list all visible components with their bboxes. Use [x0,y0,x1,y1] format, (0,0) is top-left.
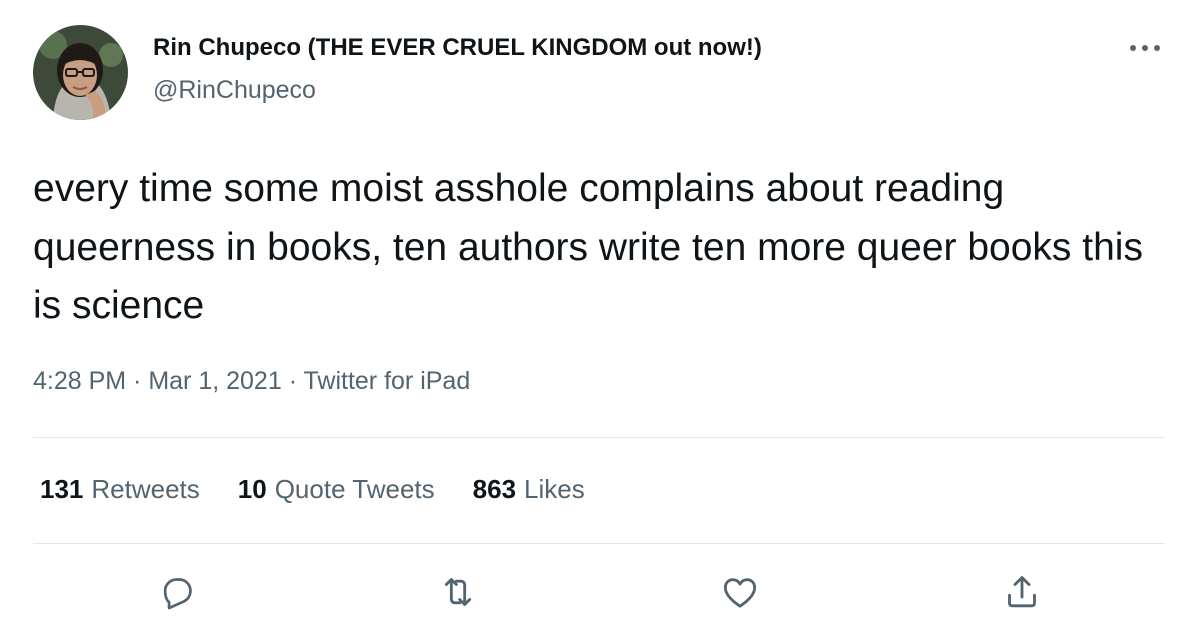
user-avatar-icon [33,25,128,120]
retweets-stat[interactable]: 131 Retweets [40,474,200,505]
divider [33,543,1165,544]
author-handle[interactable]: @RinChupeco [153,76,316,105]
tweet-source[interactable]: Twitter for iPad [304,367,471,395]
quote-tweets-count: 10 [237,474,267,504]
author-display-name[interactable]: Rin Chupeco (THE EVER CRUEL KINGDOM out … [153,34,762,62]
quote-tweets-label: Quote Tweets [274,474,435,504]
more-options-button[interactable] [1124,30,1166,66]
like-button[interactable] [718,570,762,614]
tweet-text: every time some moist asshole complains … [33,167,1143,327]
reply-icon [163,578,192,610]
tweet-stats: 131 Retweets 10 Quote Tweets 863 Likes [40,474,623,505]
retweet-button[interactable] [436,570,480,614]
likes-stat[interactable]: 863 Likes [473,474,585,505]
tweet-time[interactable]: 4:28 PM [33,367,126,395]
tweet-card: Rin Chupeco (THE EVER CRUEL KINGDOM out … [0,0,1196,637]
tweet-meta: 4:28 PM · Mar 1, 2021 · Twitter for iPad [33,367,470,396]
share-icon [1008,576,1036,608]
likes-label: Likes [524,474,585,504]
quote-tweets-stat[interactable]: 10 Quote Tweets [238,474,435,505]
share-button[interactable] [1000,570,1044,614]
more-horizontal-icon [1130,45,1160,51]
divider [33,437,1165,438]
author-avatar[interactable] [33,25,128,120]
meta-separator: · [126,367,149,395]
retweets-label: Retweets [91,474,200,504]
like-icon [723,578,757,608]
retweet-icon [444,578,472,606]
likes-count: 863 [472,474,517,504]
meta-separator: · [281,367,304,395]
tweet-date[interactable]: Mar 1, 2021 [148,367,281,395]
reply-button[interactable] [155,570,199,614]
retweets-count: 131 [40,474,84,504]
